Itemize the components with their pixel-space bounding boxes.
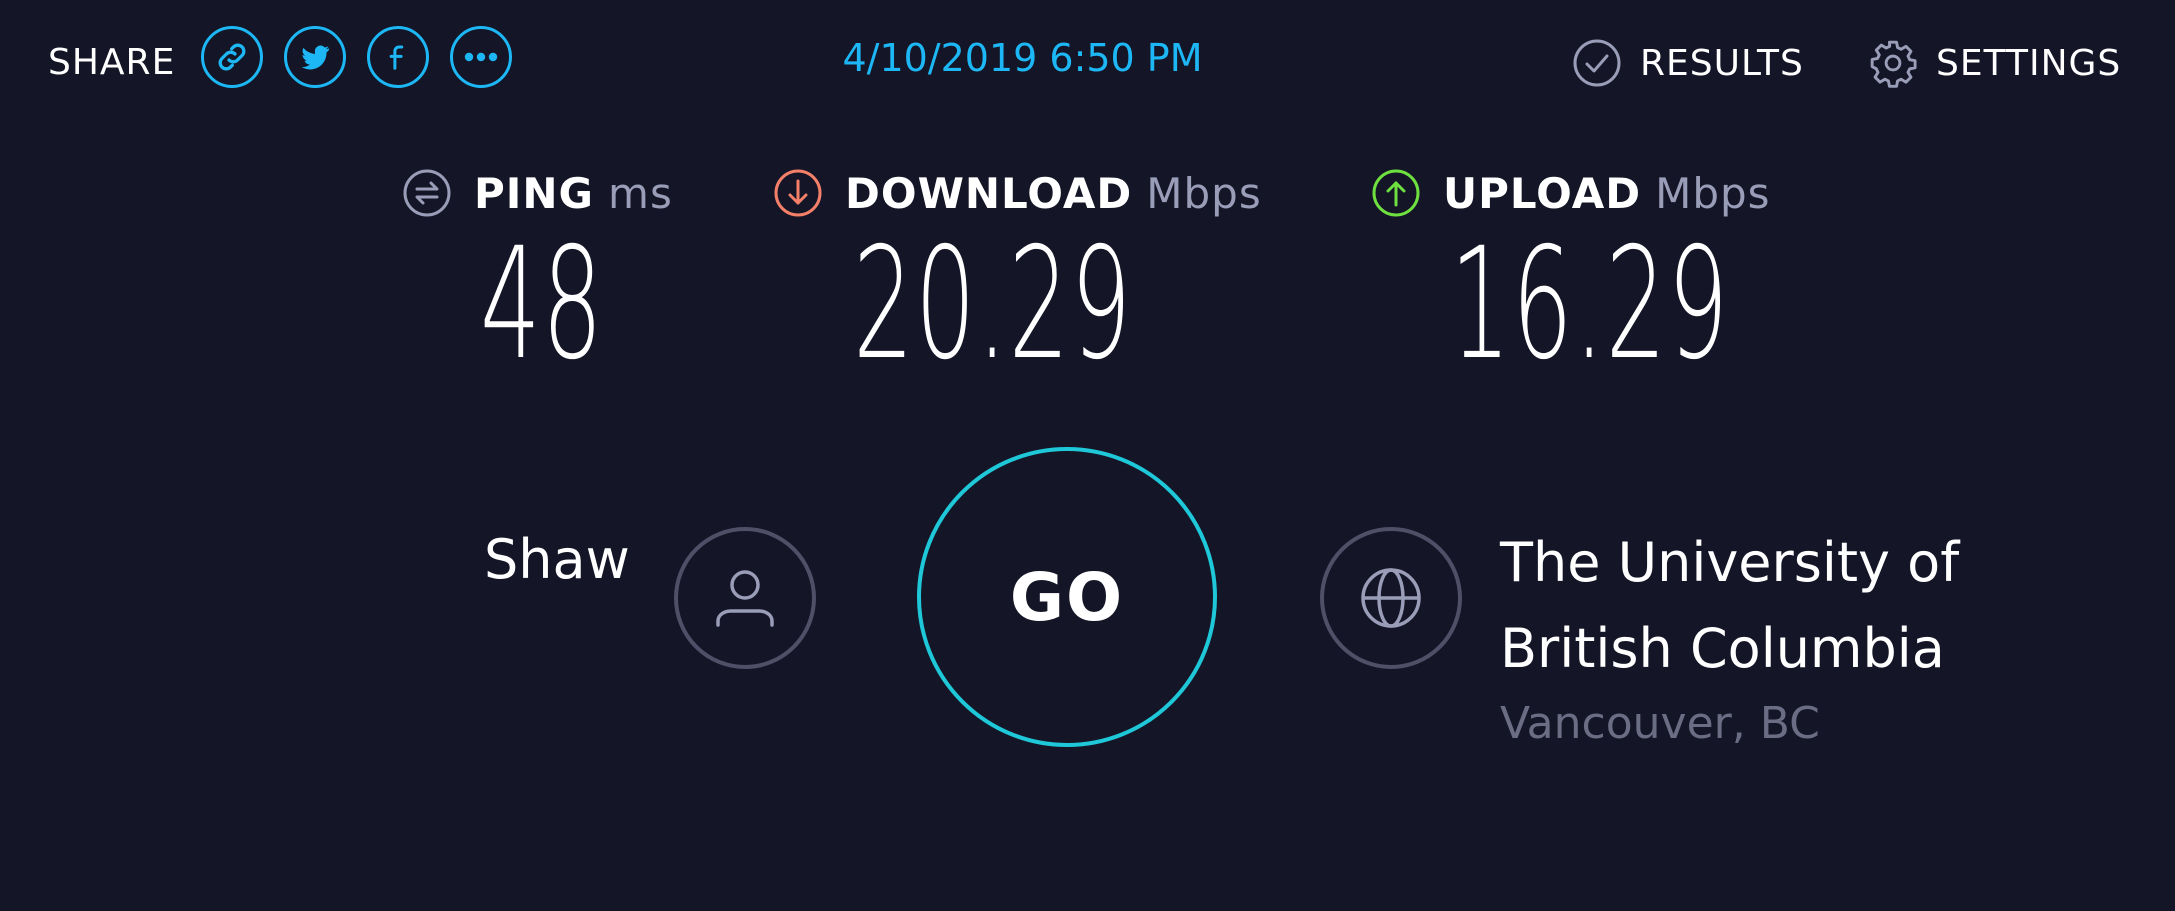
- server-location: Vancouver, BC: [1500, 698, 1820, 749]
- upload-header: UPLOAD Mbps: [1371, 168, 1771, 218]
- ping-icon: [402, 168, 452, 218]
- settings-label: SETTINGS: [1936, 42, 2122, 84]
- ping-unit: ms: [608, 168, 673, 218]
- ping-header: PING ms: [402, 168, 673, 218]
- ping-label: PING: [474, 168, 595, 218]
- isp-name: Shaw: [484, 528, 630, 591]
- server-button[interactable]: [1320, 527, 1462, 669]
- upload-value: 16.29: [1450, 215, 1730, 394]
- download-value: 20.29: [853, 215, 1133, 394]
- upload-label: UPLOAD: [1443, 168, 1642, 218]
- isp-button[interactable]: [674, 527, 816, 669]
- gear-icon: [1870, 40, 1917, 88]
- server-name-line2: British Columbia: [1500, 617, 1945, 680]
- ping-value: 48: [480, 215, 604, 394]
- go-button[interactable]: GO: [917, 447, 1217, 747]
- globe-icon: [1361, 568, 1421, 628]
- results-label: RESULTS: [1640, 42, 1804, 84]
- download-unit: Mbps: [1146, 168, 1262, 218]
- download-label: DOWNLOAD: [845, 168, 1133, 218]
- results-link[interactable]: RESULTS: [1572, 38, 1804, 88]
- results-check-icon: [1573, 39, 1621, 87]
- settings-link[interactable]: SETTINGS: [1868, 38, 2121, 88]
- user-icon: [716, 570, 774, 627]
- server-info: The University of British Columbia Vanco…: [1500, 520, 1959, 749]
- server-name-line1: The University of: [1500, 531, 1960, 594]
- go-label: GO: [1009, 558, 1125, 636]
- upload-icon: [1371, 168, 1421, 218]
- download-header: DOWNLOAD Mbps: [773, 168, 1262, 218]
- download-icon: [773, 168, 823, 218]
- upload-unit: Mbps: [1655, 168, 1771, 218]
